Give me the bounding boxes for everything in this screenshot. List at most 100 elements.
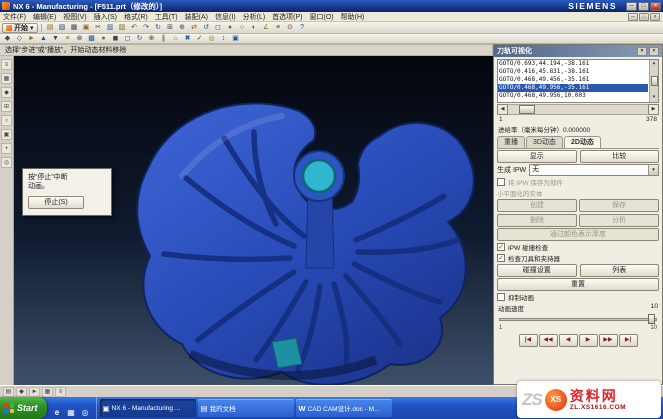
fit-view-icon[interactable]: ⊞ — [165, 23, 176, 33]
minimize-button[interactable]: ─ — [626, 2, 637, 11]
graphics-window[interactable]: 按“停止”中断 动画。 停止(S) — [14, 56, 493, 385]
slider-thumb[interactable] — [519, 105, 535, 114]
menu-item-格式(R)[interactable]: 格式(R) — [124, 12, 148, 22]
new-icon[interactable]: ▤ — [45, 23, 56, 33]
stop-button[interactable]: 停止(S) — [28, 196, 84, 209]
measure-icon[interactable]: ∠ — [261, 23, 272, 33]
zoom-icon[interactable]: ⊕ — [177, 23, 188, 33]
scroll-up-icon[interactable]: ▲ — [653, 60, 656, 68]
shade-part-icon[interactable]: ● — [98, 34, 109, 44]
menu-item-首选项(P)[interactable]: 首选项(P) — [272, 12, 302, 22]
slider-left-icon[interactable]: ◀ — [497, 104, 508, 115]
reset-button[interactable]: 重置 — [497, 278, 659, 291]
menu-item-插入(S)[interactable]: 插入(S) — [94, 12, 117, 22]
tab-2D动态[interactable]: 2D动态 — [564, 136, 601, 148]
thickness-by-color-button[interactable]: 通过颜色表示厚度 — [497, 228, 659, 241]
internet-explorer-icon[interactable]: e — [52, 403, 63, 413]
panel-title-bar[interactable]: 刀轨可视化 ▾ × — [494, 45, 662, 57]
shaded-icon[interactable]: ● — [225, 23, 236, 33]
help-icon[interactable]: ? — [297, 23, 308, 33]
facet-创建-button[interactable]: 创建 — [497, 199, 577, 212]
panel-close-icon[interactable]: × — [649, 47, 659, 56]
menu-item-信息(I)[interactable]: 信息(I) — [215, 12, 236, 22]
post-process-icon[interactable]: ▼ — [50, 34, 61, 44]
suppress-animation-checkbox[interactable] — [497, 293, 505, 301]
goto-line[interactable]: GOTO/0.468,49.956,-35.161 — [498, 84, 648, 92]
dropdown-arrow-icon[interactable]: ▼ — [648, 165, 658, 175]
save-ipw-checkbox[interactable] — [497, 178, 505, 186]
menu-item-文件(F)[interactable]: 文件(F) — [3, 12, 26, 22]
status-menu-icon[interactable]: ≡ — [55, 387, 66, 397]
snap-point-icon[interactable]: ◆ — [16, 387, 27, 397]
child-restore-button[interactable]: □ — [639, 13, 649, 21]
speed-slider-thumb[interactable] — [648, 314, 655, 324]
impeller-model[interactable] — [137, 103, 474, 384]
goto-line[interactable]: GOTO/0.416,45.831,-38.161 — [498, 68, 648, 76]
panel-collapse-icon[interactable]: ▾ — [637, 47, 647, 56]
menu-item-帮助(H)[interactable]: 帮助(H) — [341, 12, 365, 22]
windows-start-button[interactable]: Start — [0, 397, 47, 419]
home-view-icon[interactable]: ⌂ — [170, 34, 181, 44]
copy-icon[interactable]: ▥ — [105, 23, 116, 33]
slider-right-icon[interactable]: ▶ — [648, 104, 659, 115]
selection-filter-icon[interactable]: ▤ — [3, 387, 14, 397]
child-close-button[interactable]: × — [650, 13, 660, 21]
media-player-icon[interactable]: ◎ — [80, 403, 91, 413]
menu-item-工具(T)[interactable]: 工具(T) — [155, 12, 178, 22]
frame-slider[interactable]: ◀ ▶ — [497, 104, 659, 115]
menu-item-编辑(E)[interactable]: 编辑(E) — [33, 12, 56, 22]
undo-icon[interactable]: ↶ — [129, 23, 140, 33]
close-button[interactable]: × — [650, 2, 661, 11]
confirm-icon[interactable]: ✓ — [194, 34, 205, 44]
paste-icon[interactable]: ▨ — [117, 23, 128, 33]
section-icon[interactable]: ∥ — [158, 34, 169, 44]
assembly-navigator-icon[interactable]: ≡ — [1, 59, 12, 70]
collision-settings-button[interactable]: 碰撞设置 — [497, 264, 577, 277]
operation-list-icon[interactable]: ≡ — [62, 34, 73, 44]
scroll-down-icon[interactable]: ▼ — [653, 94, 656, 102]
layers-icon[interactable]: ≡ — [273, 23, 284, 33]
show-desktop-icon[interactable]: ▦ — [66, 403, 77, 413]
start-menu-button[interactable]: 开始 ▾ — [2, 23, 38, 33]
menu-item-分析(L)[interactable]: 分析(L) — [243, 12, 266, 22]
roles-icon[interactable]: + — [1, 143, 12, 154]
maximize-button[interactable]: □ — [638, 2, 649, 11]
open-icon[interactable]: ▧ — [57, 23, 68, 33]
compare-button[interactable]: 比较 — [580, 150, 660, 163]
snap-icon[interactable]: ⊙ — [285, 23, 296, 33]
show-button[interactable]: 显示 — [497, 150, 577, 163]
palette-icon[interactable]: ▣ — [1, 129, 12, 140]
scrollbar-thumb[interactable] — [651, 76, 658, 86]
step-forward-button[interactable]: ▶▶ — [599, 334, 618, 347]
generate-toolpath-icon[interactable]: ► — [26, 34, 37, 44]
create-tool-icon[interactable]: ◇ — [14, 34, 25, 44]
operation-navigator-icon[interactable]: ◆ — [1, 87, 12, 98]
menu-item-装配(A)[interactable]: 装配(A) — [185, 12, 208, 22]
part-navigator-icon[interactable]: ▦ — [1, 73, 12, 84]
delete-icon[interactable]: ✖ — [182, 34, 193, 44]
step-back-button[interactable]: ◀◀ — [539, 334, 558, 347]
goto-line[interactable]: GOTO/0.468,49.456,-35.161 — [498, 76, 648, 84]
taskbar-item[interactable]: ▣NX 6 - Manufacturing ... — [100, 399, 196, 417]
generate-ipw-combo[interactable]: 无 ▼ — [529, 164, 659, 176]
blank-part-icon[interactable]: ◼ — [110, 34, 121, 44]
list-button[interactable]: 列表 — [580, 264, 660, 277]
machine-tool-navigator-icon[interactable]: ⊞ — [1, 101, 12, 112]
goto-list[interactable]: ▲ ▼ GOTO/0.693,44.194,-38.161GOTO/0.416,… — [497, 59, 659, 103]
geometry-group-icon[interactable]: ▩ — [86, 34, 97, 44]
machine-setup-icon[interactable]: ⊗ — [74, 34, 85, 44]
redo-icon[interactable]: ↷ — [141, 23, 152, 33]
pan-icon[interactable]: ⇄ — [189, 23, 200, 33]
grid-status-icon[interactable]: ▦ — [42, 387, 53, 397]
go-to-start-button[interactable]: |◀ — [519, 334, 538, 347]
facet-分析-button[interactable]: 分析 — [579, 214, 659, 227]
facet-删除-button[interactable]: 删除 — [497, 214, 577, 227]
grid-display-icon[interactable]: ▣ — [230, 34, 241, 44]
cut-icon[interactable]: ✂ — [93, 23, 104, 33]
holder-check-checkbox[interactable]: ✓ — [497, 254, 505, 262]
play-forward-button[interactable]: ▶ — [579, 334, 598, 347]
wireframe-icon[interactable]: ○ — [237, 23, 248, 33]
child-minimize-button[interactable]: ─ — [628, 13, 638, 21]
web-browser-icon[interactable]: ◎ — [1, 157, 12, 168]
menu-item-视图(V)[interactable]: 视图(V) — [63, 12, 86, 22]
